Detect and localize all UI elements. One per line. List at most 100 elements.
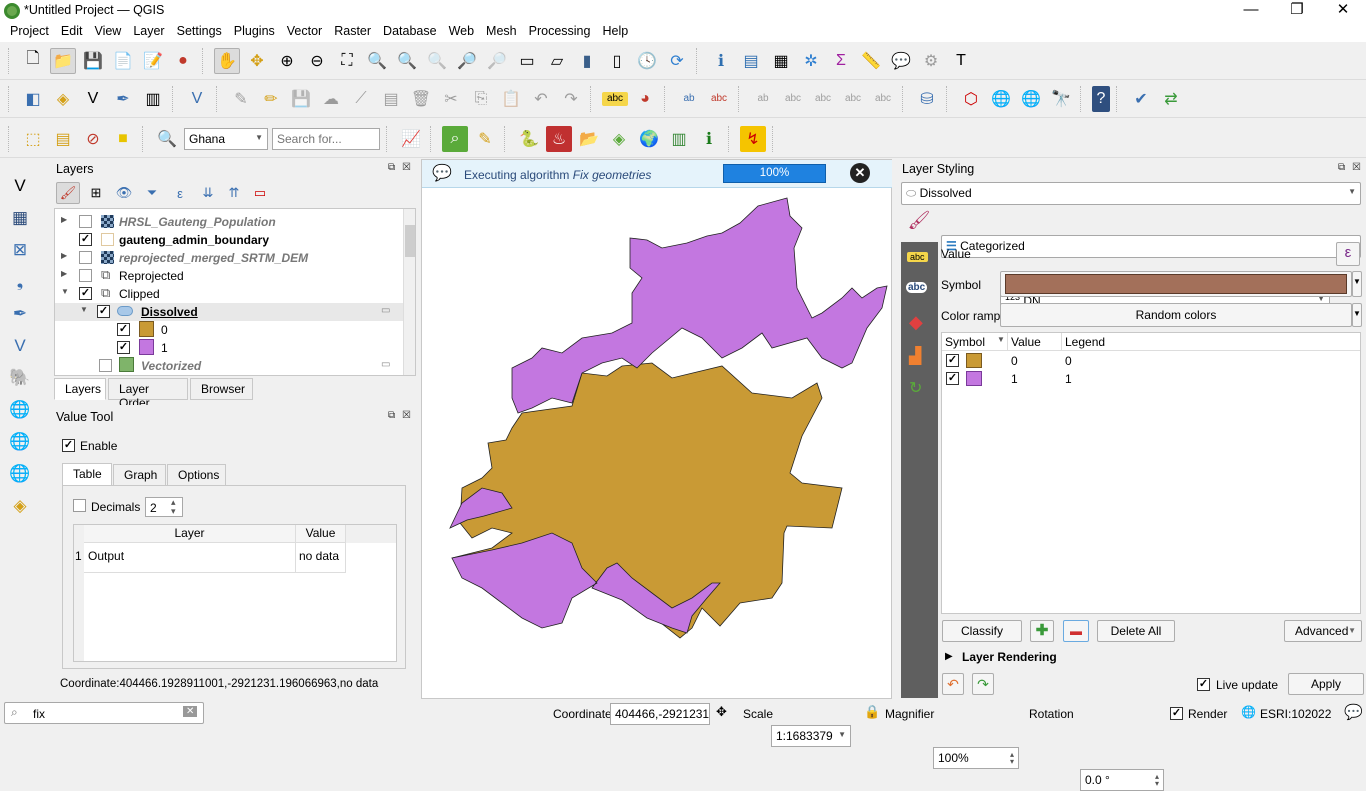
add-wms-icon[interactable]: 🌐 [988, 86, 1014, 112]
new-print-layout-icon[interactable]: 📄 [110, 48, 136, 74]
float-panel-icon[interactable]: ⧉ [388, 162, 395, 173]
embedded-widget-icon[interactable]: ▭ [381, 359, 390, 370]
column-header-symbol[interactable]: Symbol [945, 335, 985, 349]
quick-osm-icon[interactable]: ⌕ [442, 125, 468, 152]
attribute-table-icon[interactable]: ▤ [738, 48, 764, 74]
save-edits-icon[interactable]: 💾 [288, 86, 314, 112]
renderer-combo[interactable]: ☰ Categorized ▼ [941, 235, 1361, 258]
field-calculator-icon[interactable]: ▦ [768, 48, 794, 74]
collapse-all-icon[interactable]: ⇈ [224, 180, 244, 206]
layer-item[interactable]: ▶ reprojected_merged_SRTM_DEM [61, 249, 401, 267]
group-checkbox[interactable] [79, 269, 92, 282]
class-checkbox[interactable]: ✓ [117, 323, 130, 336]
cut-features-icon[interactable]: ✂ [438, 86, 464, 112]
expand-arrow-icon[interactable]: ▶ [61, 215, 67, 224]
menu-edit[interactable]: Edit [55, 22, 89, 42]
map-tips-icon[interactable]: 💬 [888, 48, 914, 74]
manage-visibility-icon[interactable]: 👁 [112, 180, 136, 206]
topology-checker-icon[interactable]: ⬡ [958, 86, 984, 112]
open-folder-icon[interactable]: 📂 [576, 126, 602, 152]
diagrams-tab-icon[interactable]: ▟ [909, 346, 921, 366]
new-map-view-icon[interactable]: ▭ [514, 48, 540, 74]
style-dock-icon[interactable]: 🖌 [56, 182, 80, 204]
select-by-location-icon[interactable]: ⚙ [918, 48, 944, 74]
layer-item[interactable]: ▶ HRSL_Gauteng_Population [61, 213, 401, 231]
tab-browser[interactable]: Browser [190, 378, 253, 400]
change-label-icon[interactable]: abc [840, 86, 866, 112]
enable-checkbox[interactable]: ✓ [62, 439, 75, 452]
collapse-arrow-icon[interactable]: ▼ [80, 305, 88, 314]
select-by-value-icon[interactable]: ▤ [50, 126, 76, 152]
category-checkbox[interactable]: ✓ [946, 372, 959, 385]
zoom-out-icon[interactable]: ⊖ [304, 48, 330, 74]
tab-table[interactable]: Table [62, 463, 112, 486]
menu-raster[interactable]: Raster [328, 22, 377, 42]
identify-icon[interactable]: ℹ [708, 48, 734, 74]
layer-item[interactable]: ✓ gauteng_admin_boundary [61, 231, 401, 249]
add-category-button[interactable]: ✚ [1030, 620, 1054, 642]
close-window-button[interactable]: ✕ [1320, 0, 1366, 22]
vertex-tool-icon[interactable]: ⟋ [348, 86, 374, 112]
style-manager-icon[interactable]: ● [170, 48, 196, 74]
add-postgis-icon[interactable]: 🐘 [6, 364, 34, 392]
delete-selected-icon[interactable]: 🗑 [408, 86, 434, 112]
legend-item[interactable]: ✓ 0 [61, 321, 401, 339]
legend-item[interactable]: ✓ 1 [61, 339, 401, 357]
temporal-controller-icon[interactable]: 🕓 [634, 48, 660, 74]
decimals-spinbox[interactable]: 2 ▴ ▾ [145, 497, 183, 517]
group-checkbox[interactable]: ✓ [79, 287, 92, 300]
close-panel-icon[interactable]: ☒ [402, 162, 411, 173]
add-wfs-layer-icon[interactable]: 🌐 [6, 460, 34, 488]
tab-layers[interactable]: Layers [54, 378, 106, 400]
open-project-icon[interactable]: 📁 [50, 47, 76, 74]
scale-combo[interactable]: 1:1683379 ▼ [771, 725, 851, 747]
add-polygon-icon[interactable]: ☁ [318, 86, 344, 112]
toggle-editing-icon[interactable]: ✏ [258, 86, 284, 112]
help-icon[interactable]: ? [1092, 85, 1110, 112]
add-spatialite-icon[interactable]: ✒ [6, 300, 34, 328]
add-virtual-layer-icon[interactable]: V [6, 332, 34, 360]
new-project-icon[interactable]: 🗋 [20, 48, 46, 74]
pan-to-selection-icon[interactable]: ✥ [244, 48, 270, 74]
layer-select-combo[interactable]: ⬭ Dissolved ▼ [901, 182, 1361, 205]
plugin-reloader-icon[interactable]: ♨ [546, 125, 572, 152]
undo-icon[interactable]: ↶ [528, 86, 554, 112]
symbology-tab-icon[interactable]: 🖌 [901, 210, 937, 240]
symbol-button[interactable] [1000, 271, 1352, 297]
category-swatch[interactable] [966, 353, 982, 368]
float-panel-icon[interactable]: ⧉ [388, 410, 395, 421]
restore-button[interactable]: ❐ [1274, 0, 1320, 22]
toggle-extents-icon[interactable]: ✥ [716, 704, 727, 720]
crs-button[interactable]: ESRI:102022 [1260, 707, 1331, 721]
data-source-manager-icon[interactable]: ◧ [20, 86, 46, 112]
python-console-icon[interactable]: 🐍 [516, 126, 542, 152]
diagram-options-icon[interactable]: ◕ [632, 86, 658, 112]
3d-view-tab-icon[interactable]: ◆ [909, 312, 923, 333]
new-geopackage-icon[interactable]: ◈ [50, 86, 76, 112]
copy-features-icon[interactable]: ⎘ [468, 86, 494, 112]
add-vector-layer-icon[interactable]: V [6, 172, 34, 200]
current-edits-icon[interactable]: ✎ [228, 86, 254, 112]
layer-checkbox[interactable] [79, 215, 92, 228]
menu-project[interactable]: Project [4, 22, 55, 42]
expand-arrow-icon[interactable]: ▶ [945, 651, 953, 662]
geocoder-search-input[interactable] [272, 127, 380, 150]
remove-layer-icon[interactable]: ▭ [250, 180, 270, 206]
menu-processing[interactable]: Processing [523, 22, 597, 42]
select-by-location-tool-icon[interactable]: ■ [110, 126, 136, 152]
move-label-icon[interactable]: abc [780, 86, 806, 112]
modify-attributes-icon[interactable]: ▤ [378, 86, 404, 112]
category-row[interactable]: ✓ 1 1 [942, 370, 1360, 388]
history-tab-icon[interactable]: ↻ [909, 378, 922, 398]
delete-category-button[interactable]: ▬ [1063, 620, 1089, 642]
layer-checkbox[interactable] [79, 251, 92, 264]
zoom-to-layer-icon[interactable]: 🔍 [394, 48, 420, 74]
add-delimited-text-icon[interactable]: ❟ [6, 268, 34, 296]
zoom-full-icon[interactable]: ⛶ [334, 48, 360, 74]
embedded-widget-icon[interactable]: ▭ [381, 305, 390, 316]
category-row[interactable]: ✓ 0 0 [942, 352, 1360, 370]
advanced-button[interactable]: Advanced ▼ [1284, 620, 1362, 642]
new-spatialite-icon[interactable]: ✒ [110, 86, 136, 112]
column-header-value[interactable]: Value [1011, 335, 1041, 349]
menu-plugins[interactable]: Plugins [228, 22, 281, 42]
